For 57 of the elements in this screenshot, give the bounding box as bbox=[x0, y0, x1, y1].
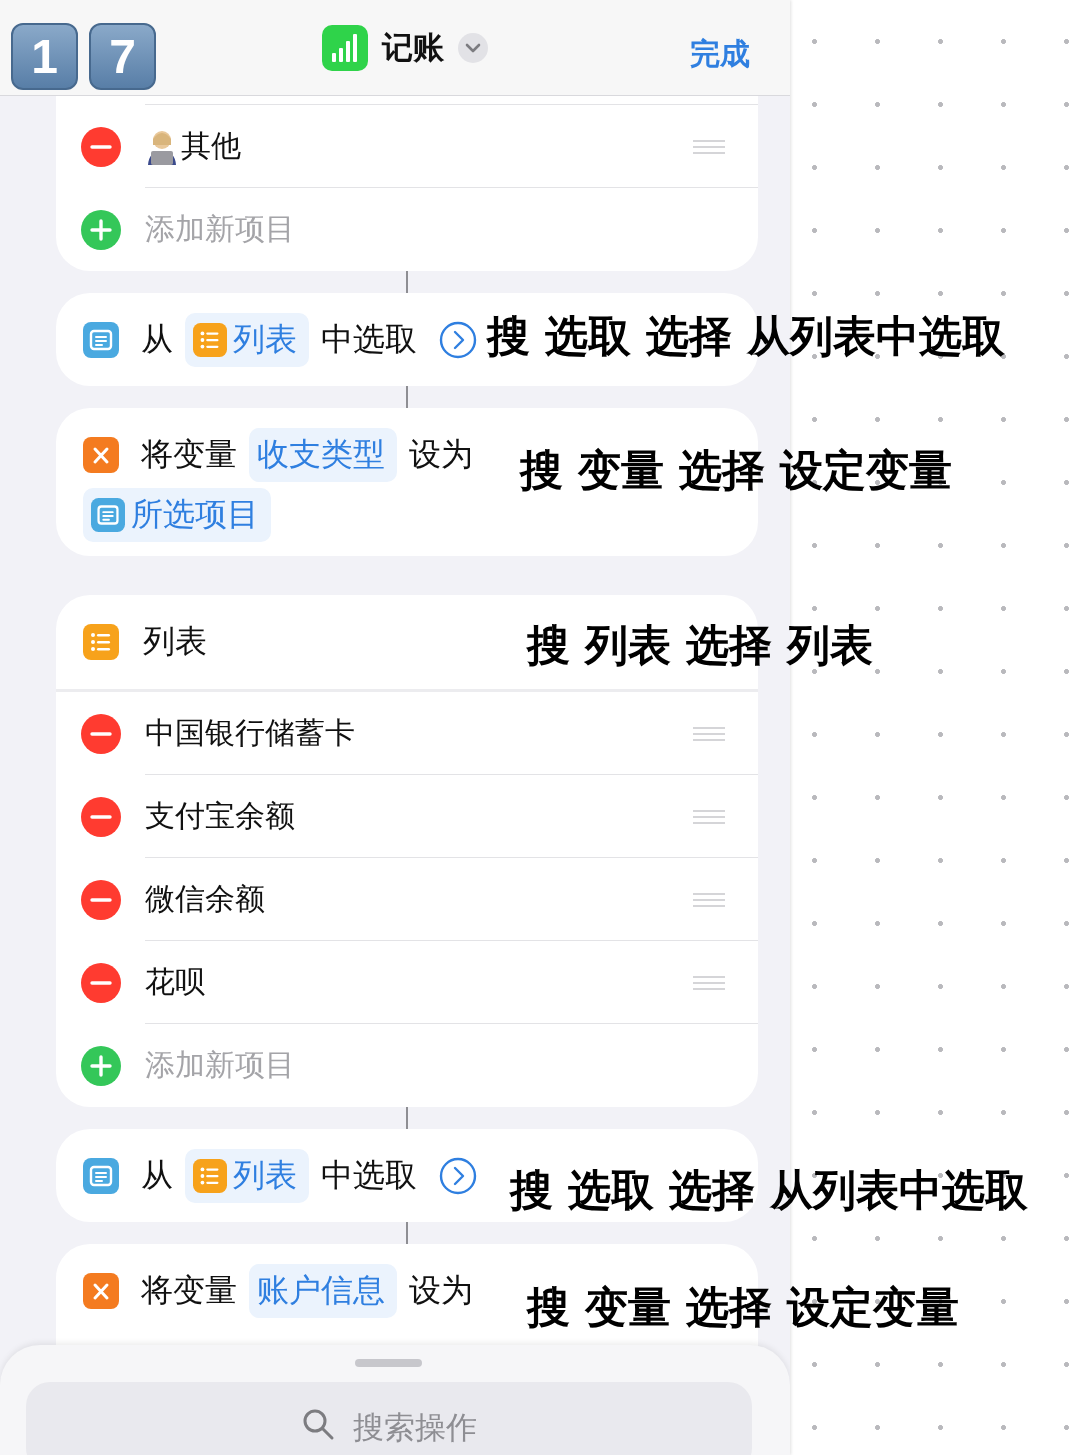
drag-handle-icon[interactable] bbox=[693, 140, 725, 154]
chevron-down-icon[interactable] bbox=[458, 32, 488, 63]
action-text: 设为 bbox=[409, 1271, 473, 1310]
keycap-badge: 7 bbox=[89, 23, 156, 90]
annotation-text: 搜 变量 选择 设定变量 bbox=[520, 444, 952, 497]
action-text: 设为 bbox=[409, 435, 473, 474]
chart-app-icon bbox=[322, 24, 368, 71]
drag-handle-icon[interactable] bbox=[693, 810, 725, 824]
list-item[interactable]: 其他 bbox=[145, 126, 241, 167]
document-icon bbox=[91, 498, 125, 532]
list-icon bbox=[83, 624, 119, 660]
remove-icon[interactable] bbox=[81, 796, 121, 837]
drag-handle-icon[interactable] bbox=[693, 893, 725, 907]
chevron-circle-icon[interactable] bbox=[439, 320, 477, 359]
shortcut-title: 记账 bbox=[382, 28, 444, 67]
variable-token[interactable]: 账户信息 bbox=[249, 1264, 397, 1318]
remove-icon[interactable] bbox=[81, 962, 121, 1003]
list-item[interactable]: 花呗 bbox=[145, 962, 205, 1003]
document-icon bbox=[83, 1157, 119, 1194]
add-icon[interactable] bbox=[81, 1045, 121, 1086]
add-item-label[interactable]: 添加新项目 bbox=[145, 209, 295, 250]
keycap-badge: 1 bbox=[11, 23, 78, 90]
variable-token[interactable]: 列表 bbox=[185, 1148, 309, 1203]
list-item[interactable]: 中国银行储蓄卡 bbox=[145, 713, 355, 754]
annotation-text: 搜 选取 选择 从列表中选取 bbox=[510, 1164, 1028, 1217]
add-item-label[interactable]: 添加新项目 bbox=[145, 1045, 295, 1086]
action-text: 从 bbox=[141, 319, 173, 359]
list-icon bbox=[193, 322, 227, 357]
variable-token[interactable]: 所选项目 bbox=[83, 488, 271, 542]
variable-token[interactable]: 收支类型 bbox=[249, 428, 397, 482]
annotation-text: 搜 变量 选择 设定变量 bbox=[527, 1281, 959, 1334]
chevron-circle-icon[interactable] bbox=[439, 1156, 477, 1195]
list-icon bbox=[193, 1158, 227, 1193]
person-laptop-icon bbox=[145, 128, 179, 165]
list-item[interactable]: 支付宝余额 bbox=[145, 796, 295, 837]
drag-handle-icon[interactable] bbox=[693, 976, 725, 990]
document-icon bbox=[83, 321, 119, 358]
remove-icon[interactable] bbox=[81, 713, 121, 754]
list-item[interactable]: 微信余额 bbox=[145, 879, 265, 920]
action-text: 从 bbox=[141, 1155, 173, 1195]
search-icon bbox=[301, 1407, 335, 1441]
variable-icon bbox=[83, 437, 119, 473]
action-text: 将变量 bbox=[141, 1271, 237, 1310]
action-text: 中选取 bbox=[321, 1155, 417, 1195]
search-field[interactable]: 搜索操作 bbox=[26, 1382, 752, 1455]
variable-icon bbox=[83, 1273, 119, 1309]
action-title: 列表 bbox=[143, 622, 207, 661]
drag-handle-icon[interactable] bbox=[693, 727, 725, 741]
annotation-text: 搜 列表 选择 列表 bbox=[527, 619, 873, 672]
annotation-text: 搜 选取 选择 从列表中选取 bbox=[487, 310, 1005, 363]
action-text: 将变量 bbox=[141, 435, 237, 474]
variable-token[interactable]: 列表 bbox=[185, 312, 309, 367]
done-button[interactable]: 完成 bbox=[690, 34, 750, 75]
remove-icon[interactable] bbox=[81, 879, 121, 920]
action-text: 中选取 bbox=[321, 319, 417, 359]
remove-icon[interactable] bbox=[81, 126, 121, 167]
add-icon[interactable] bbox=[81, 209, 121, 250]
